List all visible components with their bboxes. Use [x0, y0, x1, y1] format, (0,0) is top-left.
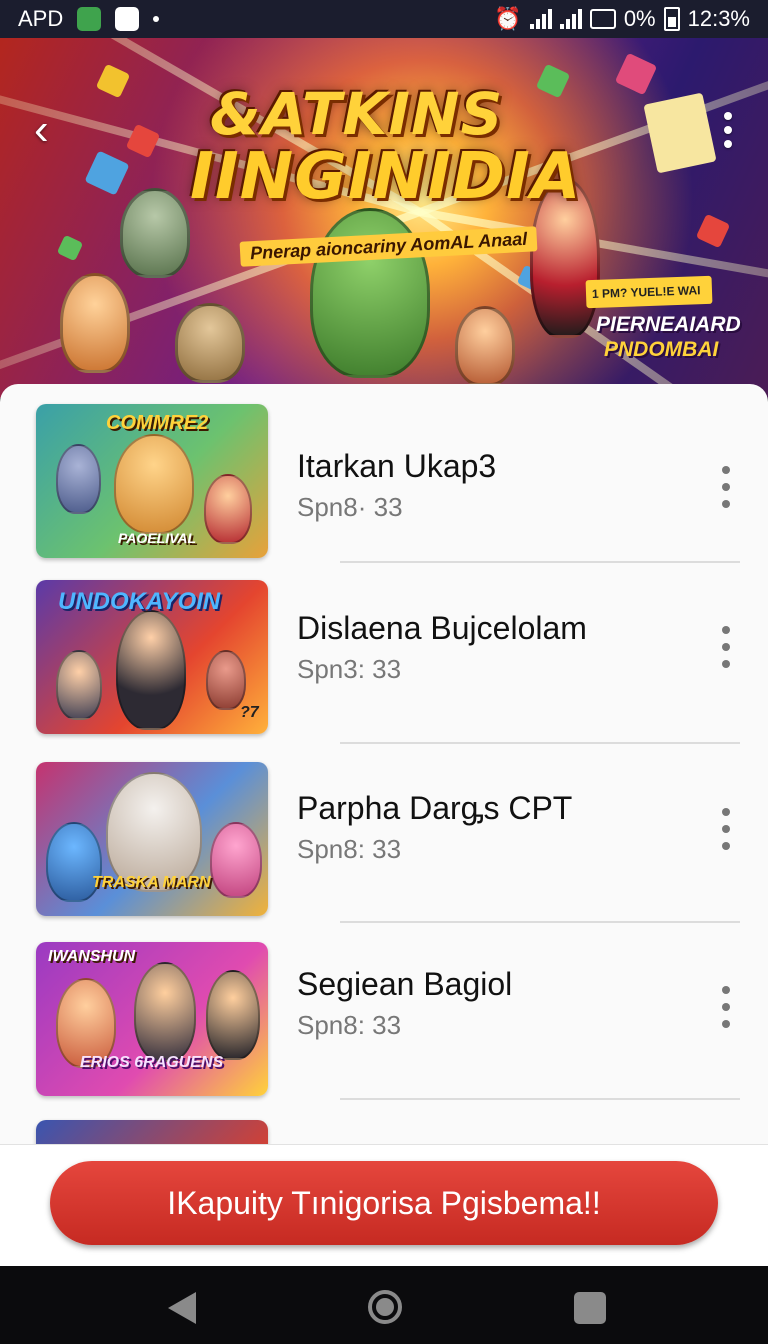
item-title: Dislaena Bujcelolam	[297, 610, 587, 646]
thumbnail-caption: ?7	[240, 704, 259, 721]
hero-promo-line2: PNDOMBAI	[604, 338, 719, 361]
alarm-icon: ⏰	[494, 6, 522, 31]
nav-home-icon[interactable]	[368, 1290, 402, 1324]
divider	[340, 921, 740, 923]
thumbnail-caption: PAOELIVAL	[118, 530, 197, 546]
hero-title-line1: &ATKINS	[210, 80, 504, 148]
thumbnail-caption: TRASKA MARN	[92, 874, 211, 891]
item-subtitle: Spn8· 33	[297, 492, 403, 522]
battery-percent: 0%	[623, 6, 656, 31]
hero-character-boy	[455, 306, 515, 386]
back-arrow-icon[interactable]: ‹	[34, 108, 78, 152]
hero-character-cat	[120, 188, 190, 278]
hero-promo-line1: PIERNEAIARD	[596, 313, 741, 336]
item-subtitle: Spn3: 33	[297, 654, 402, 684]
item-more-icon[interactable]	[717, 808, 735, 850]
list-item[interactable]: UNDOKAYOIN ?7 Dislaena Bujcelolam Spn3: …	[0, 580, 768, 760]
divider	[340, 561, 740, 563]
item-more-icon[interactable]	[717, 466, 735, 508]
game-thumbnail[interactable]: TRASKA MARN	[36, 762, 268, 916]
more-options-icon[interactable]	[716, 108, 740, 152]
item-more-icon[interactable]	[717, 626, 735, 668]
hero-character-girl	[60, 273, 130, 373]
hero-promo-badge: 1 PM? YUEL!E WAI	[585, 275, 713, 309]
list-item[interactable]: IWANSHUN ERIOS 6RAGUENS Segiean Bagiol S…	[0, 942, 768, 1122]
gallery-icon	[115, 7, 140, 31]
primary-action-button[interactable]: IKapuity Tınigorisa Pgisbema!!	[50, 1161, 718, 1245]
divider	[340, 1098, 740, 1100]
thumbnail-title: IWANSHUN	[48, 948, 136, 965]
cast-icon	[589, 9, 616, 29]
game-thumbnail[interactable]: COMMRE2 PAOELIVAL	[36, 404, 268, 558]
signal-icon-2	[559, 9, 582, 29]
battery-icon	[663, 7, 680, 31]
notification-dot-icon	[153, 16, 160, 22]
list-item[interactable]: TRASKA MARN Parpha Darᶃs CPT Spn8: 33	[0, 762, 768, 942]
divider	[340, 742, 740, 744]
nav-recents-icon[interactable]	[574, 1292, 606, 1324]
signal-icon	[529, 9, 552, 29]
item-title: Itarkan Ukap3	[297, 448, 497, 484]
status-bar: APD ⏰ 0% 12:3%	[0, 0, 768, 38]
hero-title-line2: IINGINIDIA	[190, 140, 582, 214]
clock: 12:3%	[687, 6, 750, 31]
item-subtitle: Spn8: 33	[297, 834, 402, 864]
hero-banner: &ATKINS IINGINIDIA Pnerap aioncariny Aom…	[0, 38, 768, 398]
game-list: COMMRE2 PAOELIVAL Itarkan Ukap3 Spn8· 33…	[0, 384, 768, 1144]
item-more-icon[interactable]	[717, 986, 735, 1028]
bottom-action-bar: IKapuity Tınigorisa Pgisbema!!	[0, 1144, 768, 1266]
thumbnail-title: COMMRE2	[106, 412, 209, 434]
list-item[interactable]: COMMRE2 PAOELIVAL Itarkan Ukap3 Spn8· 33	[0, 404, 768, 584]
game-thumbnail[interactable]	[36, 1120, 268, 1144]
item-title: Parpha Darᶃs CPT	[297, 790, 573, 826]
item-subtitle: Spn8: 33	[297, 1010, 402, 1040]
thumbnail-title: UNDOKAYOIN	[58, 588, 221, 615]
messenger-icon	[77, 7, 102, 31]
hero-character-dog	[175, 303, 245, 383]
game-thumbnail[interactable]: UNDOKAYOIN ?7	[36, 580, 268, 734]
game-thumbnail[interactable]: IWANSHUN ERIOS 6RAGUENS	[36, 942, 268, 1096]
item-title: Segiean Bagiol	[297, 966, 513, 1002]
system-nav-bar	[0, 1266, 768, 1344]
carrier-label: APD	[18, 6, 64, 31]
thumbnail-caption: ERIOS 6RAGUENS	[80, 1054, 224, 1071]
nav-back-icon[interactable]	[168, 1292, 196, 1324]
